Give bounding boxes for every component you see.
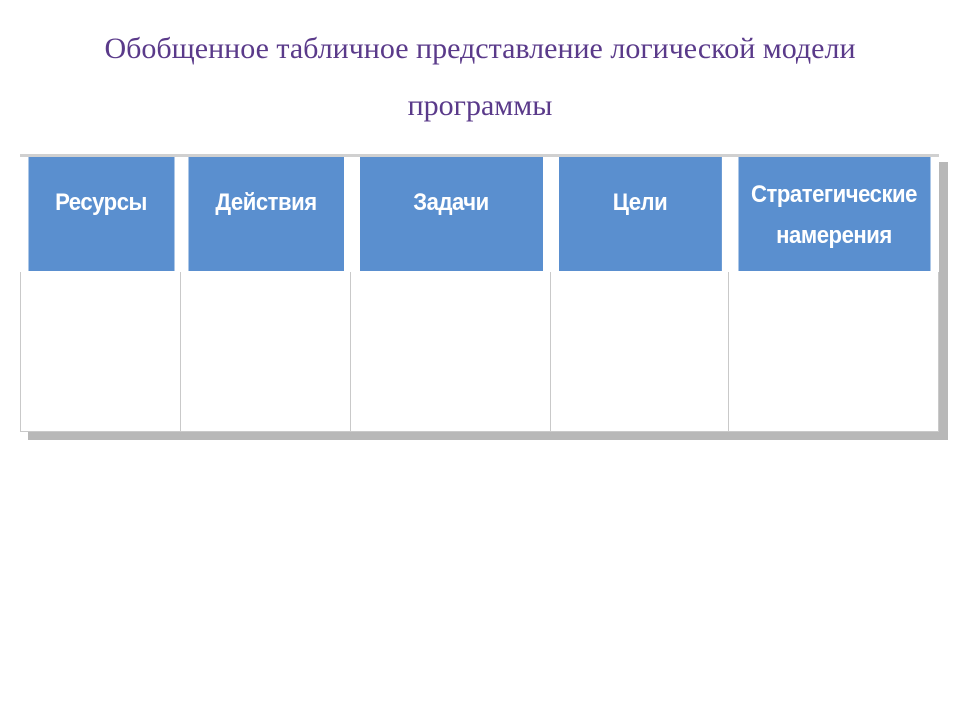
col-header-strategic: Стратегические намерения: [737, 156, 930, 272]
table-header-row: Ресурсы Действия Задачи Цели Стратегичес…: [21, 156, 939, 272]
cell-actions: [181, 271, 351, 431]
col-header-resources: Ресурсы: [27, 156, 174, 272]
col-header-tasks: Задачи: [359, 156, 543, 272]
logic-model-table: Ресурсы Действия Задачи Цели Стратегичес…: [20, 154, 939, 432]
col-header-goals: Цели: [558, 156, 722, 272]
col-header-actions: Действия: [187, 156, 343, 272]
cell-goals: [551, 271, 729, 431]
table-row: [21, 271, 939, 431]
table-container: Ресурсы Действия Задачи Цели Стратегичес…: [20, 154, 940, 432]
cell-strategic: [729, 271, 939, 431]
page-title: Обобщенное табличное представление логич…: [0, 0, 960, 144]
cell-resources: [21, 271, 181, 431]
cell-tasks: [351, 271, 551, 431]
